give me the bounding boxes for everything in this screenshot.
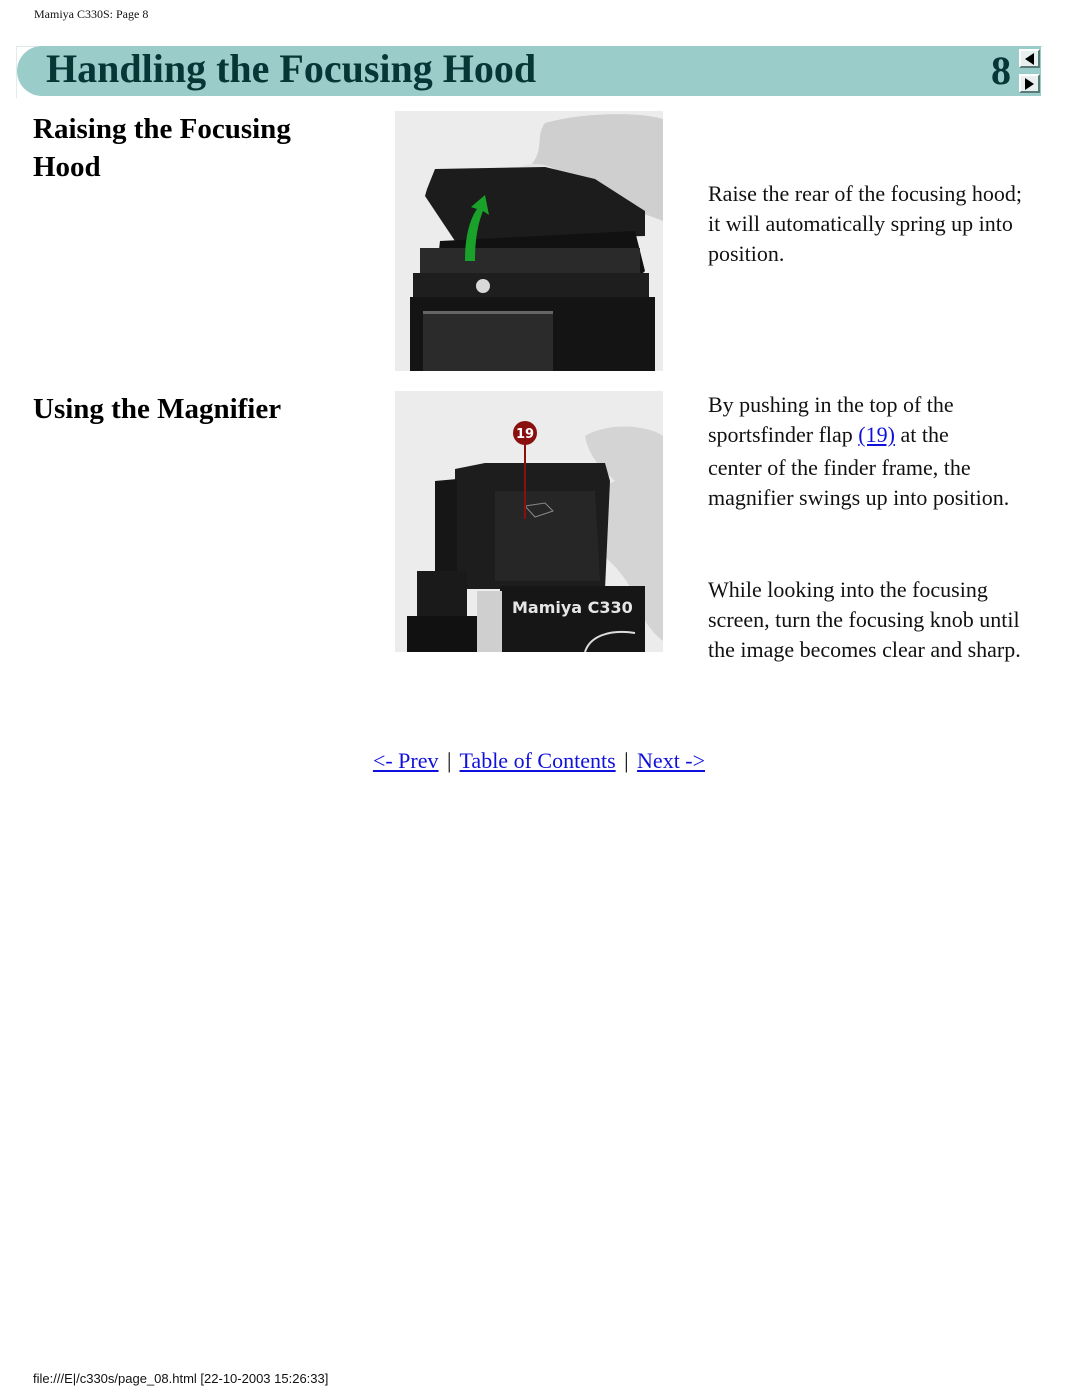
photo-raising-hood	[395, 111, 663, 371]
magnifier-text: By pushing in the top of the sportsfinde…	[708, 390, 1038, 513]
photo-using-magnifier: Mamiya C330 19	[395, 391, 663, 652]
nav-separator: |	[624, 748, 629, 773]
prev-page-button[interactable]	[1019, 49, 1040, 68]
prev-link[interactable]: <- Prev	[373, 748, 439, 773]
triangle-right-icon	[1025, 77, 1034, 90]
next-page-button[interactable]	[1019, 74, 1040, 93]
table-of-contents-link[interactable]: Table of Contents	[460, 748, 616, 773]
camera-magnifier-illustration: Mamiya C330 19	[395, 391, 663, 652]
page-navigation: <- Prev | Table of Contents | Next ->	[0, 746, 1080, 776]
magnifier-text-part2: at the	[894, 422, 949, 447]
callout-19-link[interactable]: (19)	[858, 422, 895, 447]
camera-hood-raising-illustration	[395, 111, 663, 371]
page-number: 8	[991, 48, 1011, 93]
callout-number: 19	[516, 427, 534, 442]
page-title: Handling the Focusing Hood	[46, 46, 537, 91]
section-heading-using-magnifier: Using the Magnifier	[33, 393, 282, 425]
brand-text: Mamiya C330	[512, 598, 633, 617]
raising-hood-text: Raise the rear of the focusing hood; it …	[708, 181, 1023, 266]
triangle-left-icon	[1025, 52, 1034, 65]
focusing-text: While looking into the focusing screen, …	[708, 577, 1021, 662]
nav-separator: |	[447, 748, 452, 773]
magnifier-text-part3: center of the finder frame, the magnifie…	[708, 455, 1010, 510]
next-link[interactable]: Next ->	[637, 748, 705, 773]
section-heading-raising-hood: Raising the Focusing Hood	[33, 113, 291, 183]
file-url-footer: file:///E|/c330s/page_08.html [22-10-200…	[33, 1371, 329, 1386]
page-header: Mamiya C330S: Page 8	[34, 7, 149, 21]
